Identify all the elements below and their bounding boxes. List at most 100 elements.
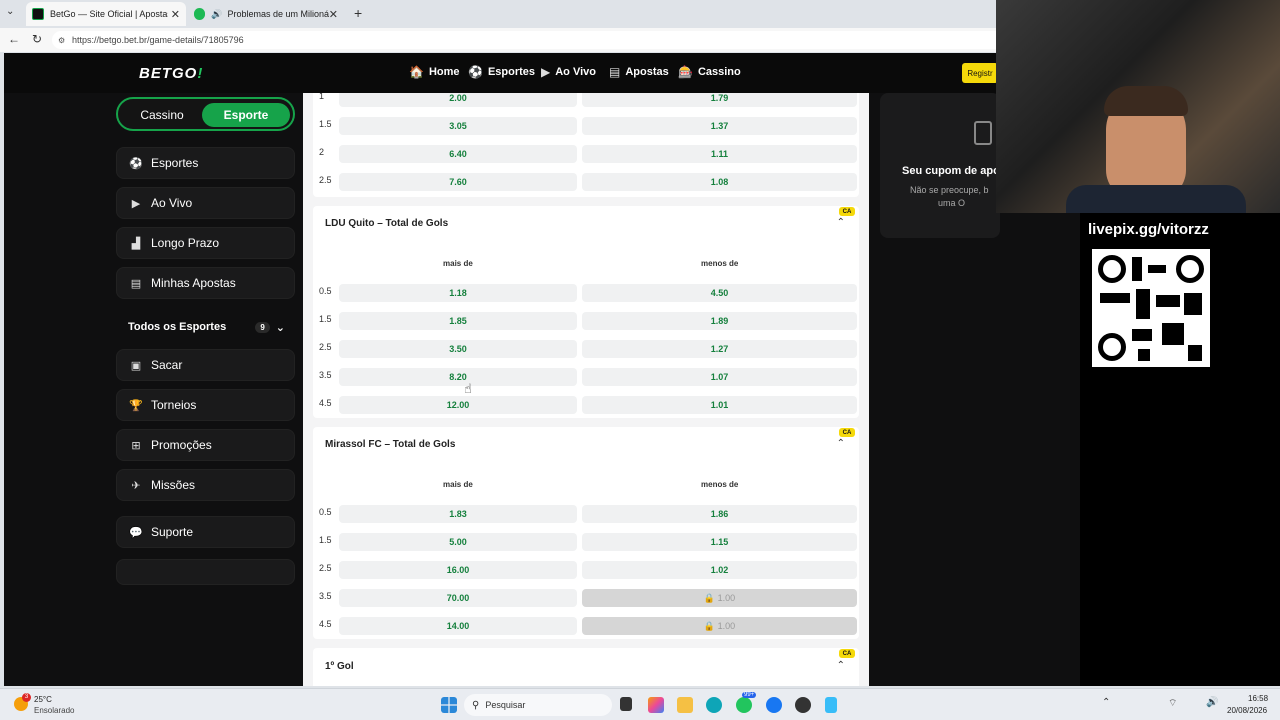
weather-badge: 3 (22, 693, 31, 702)
tray-volume-icon[interactable]: 🔊 (1206, 697, 1218, 708)
logo-accent: ! (197, 65, 204, 82)
sidebar-item-label: Promoções (151, 438, 212, 452)
sidebar-item-ao-vivo[interactable]: ▶ Ao Vivo (116, 187, 295, 219)
odd-button-under[interactable]: 1.89 (582, 312, 857, 330)
whatsapp-icon[interactable] (736, 697, 752, 713)
toggle-cassino[interactable]: Cassino (122, 103, 202, 127)
market-title[interactable]: 1º Gol (325, 661, 354, 672)
casino-sport-toggle: Cassino Esporte (116, 97, 295, 131)
odd-button-over[interactable]: 14.00 (339, 617, 577, 635)
cash-out-badge: CA (839, 649, 855, 658)
chevron-up-icon[interactable]: ⌃ (837, 660, 845, 671)
tray-chevron-icon[interactable]: ⌃ (1102, 697, 1110, 708)
sidebar-item-label: Torneios (151, 398, 197, 412)
odd-button-over[interactable]: 7.60 (339, 173, 577, 191)
odd-button-under[interactable]: 1.02 (582, 561, 857, 579)
market-title[interactable]: LDU Quito – Total de Gols (325, 218, 448, 229)
file-explorer-icon[interactable] (677, 697, 693, 713)
odd-button-over[interactable]: 6.40 (339, 145, 577, 163)
odd-button-over[interactable]: 3.50 (339, 340, 577, 358)
ticket-icon: ▤ (130, 277, 142, 290)
chevron-up-icon[interactable]: ⌃ (837, 438, 845, 449)
back-icon[interactable]: ← (8, 32, 20, 46)
odd-button-over[interactable]: 16.00 (339, 561, 577, 579)
odd-button-under[interactable]: 1.07 (582, 368, 857, 386)
odd-button-over[interactable]: 5.00 (339, 533, 577, 551)
tab-list-button[interactable]: ⌄ (6, 6, 14, 17)
odd-button-over[interactable]: 2.00 (339, 93, 577, 107)
weather-desc: Ensolarado (34, 706, 75, 715)
odd-button-over[interactable]: 1.85 (339, 312, 577, 330)
url-field[interactable]: ⚙ https://betgo.bet.br/game-details/7180… (52, 31, 1052, 49)
market-row: 0.5 1.83 1.86 (313, 505, 859, 523)
market-row: 1.5 3.05 1.37 (313, 117, 859, 135)
odd-button-under[interactable]: 1.08 (582, 173, 857, 191)
market-row: 1.5 5.00 1.15 (313, 533, 859, 551)
nav-label: Ao Vivo (555, 66, 596, 78)
nav-home[interactable]: 🏠 Home (409, 65, 460, 79)
toggle-esporte[interactable]: Esporte (202, 103, 290, 127)
home-icon: 🏠 (409, 65, 424, 79)
odd-button-under[interactable]: 1.27 (582, 340, 857, 358)
edge-icon[interactable] (706, 697, 722, 713)
close-tab-icon[interactable]: ✕ (171, 8, 180, 21)
nav-cassino[interactable]: 🎰 Cassino (678, 65, 741, 79)
odd-button-over[interactable]: 12.00 (339, 396, 577, 414)
sidebar-item-missoes[interactable]: ✈ Missões (116, 469, 295, 501)
reload-icon[interactable]: ↻ (32, 32, 42, 46)
tray-wifi-icon[interactable]: ⌔ (1168, 697, 1177, 710)
sidebar-item-label: Esportes (151, 156, 199, 170)
column-header-over: mais de (443, 480, 473, 489)
odd-button-under[interactable]: 1.37 (582, 117, 857, 135)
sidebar-item-longo-prazo[interactable]: ▟ Longo Prazo (116, 227, 295, 259)
whatsapp-badge: 99+ (742, 692, 757, 698)
clock-date[interactable]: 20/08/2026 (1227, 706, 1267, 715)
sidebar-item-torneios[interactable]: 🏆 Torneios (116, 389, 295, 421)
market-card-mirassol: CA Mirassol FC – Total de Gols ⌃ mais de… (313, 427, 859, 639)
odd-button-over[interactable]: 70.00 (339, 589, 577, 607)
market-card-partial: 1 2.00 1.79 1.5 3.05 1.37 2 6.40 1.11 2.5 7.60 1… (313, 93, 859, 197)
facebook-icon[interactable] (766, 697, 782, 713)
task-view-icon[interactable] (620, 697, 632, 711)
odd-button-under[interactable]: 1.11 (582, 145, 857, 163)
odd-button-over[interactable]: 1.18 (339, 284, 577, 302)
market-title[interactable]: Mirassol FC – Total de Gols (325, 439, 455, 450)
odd-button-under[interactable]: 4.50 (582, 284, 857, 302)
close-tab-icon[interactable]: ✕ (329, 8, 338, 21)
odd-button-under[interactable]: 1.15 (582, 533, 857, 551)
tab-video[interactable]: 🔊 Problemas de um Milionário - ✕ (188, 2, 344, 26)
coupon-text: Não se preocupe, b (910, 185, 989, 195)
line-label: 0.5 (319, 507, 332, 517)
odd-button-under[interactable]: 1.86 (582, 505, 857, 523)
new-tab-button[interactable]: + (354, 5, 362, 21)
sidebar-item-sacar[interactable]: ▣ Sacar (116, 349, 295, 381)
obs-icon[interactable] (795, 697, 811, 713)
odd-button-under[interactable]: 1.01 (582, 396, 857, 414)
odd-button-over[interactable]: 3.05 (339, 117, 577, 135)
sidebar-item-minhas-apostas[interactable]: ▤ Minhas Apostas (116, 267, 295, 299)
site-info-icon[interactable]: ⚙ (58, 36, 65, 45)
nav-ao-vivo[interactable]: ▶ Ao Vivo (541, 65, 596, 79)
notepad-icon[interactable] (825, 697, 837, 713)
sidebar-item-suporte[interactable]: 💬 Suporte (116, 516, 295, 548)
sidebar-item-promocoes[interactable]: ⊞ Promoções (116, 429, 295, 461)
register-button[interactable]: Registr (962, 63, 998, 83)
odd-button-over[interactable]: 1.83 (339, 505, 577, 523)
all-sports-dropdown[interactable]: Todos os Esportes 9 ⌄ (116, 315, 295, 339)
slot-machine-icon: 🎰 (678, 65, 693, 79)
tab-betgo[interactable]: BetGo — Site Oficial | Apostas Esp ✕ (26, 2, 186, 26)
odd-button-over[interactable]: 8.20 (339, 368, 577, 386)
nav-esportes[interactable]: ⚽ Esportes (468, 65, 535, 79)
sidebar-item-esportes[interactable]: ⚽ Esportes (116, 147, 295, 179)
windows-start-icon[interactable] (441, 697, 457, 713)
betgo-logo[interactable]: BETGO! (139, 65, 203, 82)
chevron-up-icon[interactable]: ⌃ (837, 217, 845, 228)
market-row: 2.5 3.50 1.27 (313, 340, 859, 358)
copilot-icon[interactable] (648, 697, 664, 713)
line-label: 3.5 (319, 591, 332, 601)
column-header-under: menos de (701, 259, 739, 268)
clock-time[interactable]: 16:58 (1248, 694, 1268, 703)
taskbar-search[interactable]: ⚲ Pesquisar (464, 694, 612, 716)
nav-apostas[interactable]: ▤ Apostas (609, 65, 669, 79)
odd-button-under[interactable]: 1.79 (582, 93, 857, 107)
